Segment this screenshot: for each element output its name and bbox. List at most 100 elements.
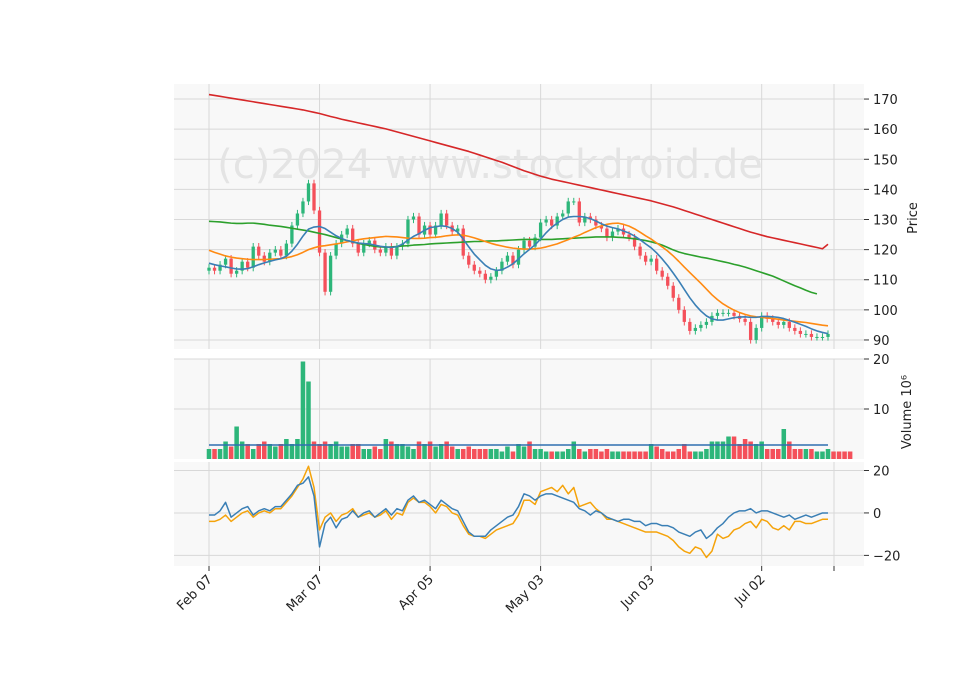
- volume-bar: [588, 449, 593, 459]
- volume-bar: [847, 451, 853, 459]
- volume-bar: [549, 451, 554, 459]
- volume-bar: [593, 449, 599, 459]
- y-tick-label: 20: [873, 353, 890, 368]
- volume-bar: [687, 451, 693, 459]
- volume-bar: [499, 451, 505, 459]
- candle-body: [671, 285, 675, 298]
- candle-body: [655, 258, 659, 271]
- volume-bar: [444, 441, 449, 459]
- volume-bar: [787, 441, 792, 459]
- volume-bar: [460, 449, 466, 459]
- volume-bar: [836, 451, 842, 459]
- candle-body: [527, 240, 532, 247]
- volume-bar: [284, 439, 289, 459]
- volume-bar: [466, 446, 472, 459]
- candle-body: [561, 213, 565, 217]
- volume-bar: [416, 441, 422, 459]
- volume-bar: [753, 444, 759, 459]
- candle-body: [704, 321, 709, 325]
- volume-bar: [322, 441, 328, 459]
- volume-bar: [842, 451, 847, 459]
- volume-bar: [339, 446, 344, 459]
- volume-bar: [604, 449, 610, 459]
- candle-body: [212, 267, 217, 271]
- x-tick-label: Jul 02: [731, 572, 768, 609]
- volume-bar: [825, 449, 831, 459]
- y-tick-label: 150: [873, 153, 898, 168]
- candle-body: [279, 249, 283, 256]
- volume-bar: [775, 449, 781, 459]
- candle-body: [693, 327, 698, 331]
- volume-bar: [400, 444, 405, 459]
- candle-body: [660, 270, 664, 277]
- volume-bar: [422, 444, 427, 459]
- watermark: (c)2024 www.stockdroid.de: [217, 142, 763, 188]
- candle-body: [229, 258, 233, 274]
- y-tick-label: 100: [873, 304, 898, 319]
- volume-bar: [449, 446, 455, 459]
- volume-bar: [565, 449, 571, 459]
- volume-bar: [472, 449, 477, 459]
- volume-bar: [350, 444, 355, 459]
- volume-bar: [488, 449, 494, 459]
- volume-bar: [809, 449, 814, 459]
- volume-bar: [394, 444, 400, 459]
- candle-body: [638, 246, 642, 256]
- volume-bar: [698, 451, 704, 459]
- candle-body: [411, 216, 416, 220]
- volume-bar: [610, 451, 615, 459]
- y-tick-label: 10: [873, 403, 890, 418]
- candle-body: [489, 276, 493, 280]
- candle-body: [699, 324, 703, 328]
- volume-bar: [648, 444, 654, 459]
- candle-body: [273, 249, 277, 253]
- volume-bar: [582, 451, 588, 459]
- candle-body: [732, 312, 736, 316]
- candle-body: [251, 246, 255, 268]
- candle-body: [505, 255, 510, 262]
- volume-bar: [267, 444, 273, 459]
- volume-bar: [256, 444, 262, 459]
- candle-body: [787, 321, 791, 328]
- y-tick-label: 130: [873, 214, 898, 229]
- candle-body: [444, 213, 449, 226]
- volume-bar: [239, 441, 245, 459]
- stock-chart: (c)2024 www.stockdroid.de Feb 07 Mar 07 Ap…: [0, 0, 960, 690]
- volume-bar: [521, 446, 527, 459]
- volume-bar: [206, 449, 212, 459]
- candle-body: [223, 258, 228, 265]
- volume-bar: [615, 451, 621, 459]
- candle-body: [643, 255, 648, 262]
- volume-bar: [764, 449, 770, 459]
- volume-bar: [560, 451, 565, 459]
- chart-canvas: (c)2024 www.stockdroid.de Feb 07 Mar 07 Ap…: [174, 84, 921, 616]
- volume-bar: [759, 441, 764, 459]
- volume-bar: [405, 446, 411, 459]
- volume-bar: [571, 441, 577, 459]
- volume-bar: [234, 426, 239, 459]
- volume-bar: [317, 444, 322, 459]
- volume-bar: [483, 449, 488, 459]
- volume-bar: [212, 449, 217, 459]
- volume-bar: [665, 451, 670, 459]
- candle-body: [334, 243, 338, 256]
- volume-bar: [333, 441, 339, 459]
- volume-bar: [411, 449, 416, 459]
- volume-bar: [438, 444, 444, 459]
- candle-body: [820, 336, 825, 338]
- candle-body: [378, 249, 382, 253]
- volume-bar: [532, 449, 538, 459]
- volume-bar: [682, 444, 687, 459]
- volume-bar: [792, 449, 798, 459]
- x-tick-label: Feb 07: [174, 572, 216, 614]
- volume-bar: [278, 444, 284, 459]
- volume-bar: [427, 441, 433, 459]
- panel-price: [174, 84, 864, 349]
- volume-bar: [538, 449, 543, 459]
- volume-bar: [228, 446, 234, 459]
- volume-bar: [715, 441, 720, 459]
- candle-body: [417, 216, 421, 235]
- candle-body: [809, 333, 814, 337]
- candle-body: [395, 246, 399, 256]
- candle-body: [207, 267, 211, 271]
